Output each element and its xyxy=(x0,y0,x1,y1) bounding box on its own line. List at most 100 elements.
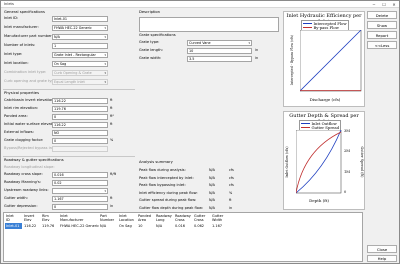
roadway-field-unit: ft/ft xyxy=(110,172,117,176)
column-header[interactable]: Roadway Long xyxy=(156,214,172,222)
column-header[interactable]: Inlet Location xyxy=(119,214,134,222)
analysis-row: Peak flow intercepted by inlet: N/A cfs xyxy=(139,176,279,182)
grate-field-value: 3.5 xyxy=(189,57,195,61)
physical-field-field[interactable]: 116.22 xyxy=(52,122,108,128)
table-cell[interactable]: 116.22 xyxy=(24,224,36,228)
grate-field-field[interactable]: Curved Vane ▾ xyxy=(187,40,252,46)
table-cell[interactable]: 10 xyxy=(138,224,142,228)
close-window-button[interactable]: ✕ xyxy=(389,1,399,8)
roadway-field-field[interactable]: 0.016 xyxy=(52,172,108,178)
roadway-field-field[interactable]: 1.167 xyxy=(52,196,108,202)
close-button[interactable]: Close xyxy=(367,245,397,253)
general-field-field[interactable]: Equal Length Inlet ▾ xyxy=(52,79,108,85)
roadway-field-label: Roadway cross slope: xyxy=(4,172,43,176)
roadway-field-field[interactable]: 0.02 xyxy=(52,180,108,186)
chevron-down-icon[interactable]: ▾ xyxy=(104,35,106,39)
chevron-down-icon[interactable]: ▾ xyxy=(104,53,106,57)
physical-field-label: Ponded area: xyxy=(4,114,28,118)
general-field-row: Number of inlets: 1 xyxy=(4,43,134,49)
roadway-field-row: Roadway Manning's: 0.02 xyxy=(4,180,134,186)
roadway-long-slope-label: Roadway longitudinal slope: xyxy=(4,165,55,169)
column-header[interactable]: Inlet Manufacturer xyxy=(60,214,83,222)
grate-field-label: Grate length: xyxy=(139,48,163,52)
general-field-value: FHWA HEC-22 Generic xyxy=(54,26,92,30)
chevron-down-icon[interactable]: ▾ xyxy=(104,26,106,30)
table-cell[interactable]: 0.062 xyxy=(194,224,204,228)
grate-field-value: Curved Vane xyxy=(189,41,211,45)
show-button[interactable]: Show xyxy=(367,21,397,29)
table-cell[interactable]: Inlet-01 xyxy=(6,224,19,228)
roadway-field-label: Roadway Manning's: xyxy=(4,180,41,184)
general-field-field[interactable]: FHWA HEC-22 Generic ▾ xyxy=(52,25,108,31)
column-header[interactable]: Gutter Width xyxy=(212,214,223,222)
column-header[interactable]: Part Number xyxy=(100,214,114,222)
general-field-value: Inlet-01 xyxy=(54,17,68,21)
physical-field-row: Ponded area: 0 ft² xyxy=(4,114,134,120)
general-field-field[interactable]: N/A ▾ xyxy=(52,34,108,40)
general-field-field[interactable]: Grate Inlet - Rectangular ▾ xyxy=(52,52,108,58)
physical-field-label: Inlet rim elevation: xyxy=(4,106,39,110)
grate-field-field[interactable]: 10 xyxy=(187,48,252,54)
table-cell[interactable]: FHWA HEC-22 Generic xyxy=(60,224,99,228)
column-header[interactable]: Gutter Cross xyxy=(194,214,205,222)
general-field-row: Combination inlet type: Curb Opening & Gr… xyxy=(4,70,134,76)
help-button[interactable]: Help xyxy=(367,255,397,262)
general-field-field[interactable]: 1 xyxy=(52,43,108,49)
column-header[interactable]: Invert Elev xyxy=(24,214,34,222)
less-button[interactable]: <<Less xyxy=(367,41,397,49)
physical-field-field[interactable] xyxy=(52,146,108,152)
general-field-value: Equal Length Inlet xyxy=(54,80,85,84)
divider xyxy=(3,89,135,90)
column-header[interactable]: Rim Elev xyxy=(42,214,49,222)
physical-field-field[interactable]: 119.76 xyxy=(52,106,108,112)
physical-field-field[interactable]: 0 xyxy=(52,138,108,144)
roadway-field-value: 0.016 xyxy=(54,173,64,177)
physical-field-field[interactable]: 116.22 xyxy=(52,98,108,104)
maximize-button[interactable]: ☐ xyxy=(379,1,389,8)
report-button[interactable]: Report xyxy=(367,31,397,39)
analysis-label: Inlet efficiency during peak flow: xyxy=(139,190,198,195)
physical-field-field[interactable]: 0 xyxy=(52,114,108,120)
general-field-field[interactable]: Curb Opening & Grate ▾ xyxy=(52,70,108,76)
general-field-field[interactable]: Inlet-01 xyxy=(52,16,108,22)
inlets-window: Inlets ─ ☐ ✕ General specifications Inle… xyxy=(0,0,400,264)
table-cell[interactable]: N/A xyxy=(156,224,162,228)
roadway-field-field[interactable]: 0 xyxy=(52,204,108,210)
physical-field-row: External inflows: NO xyxy=(4,130,134,136)
minimize-button[interactable]: ─ xyxy=(369,1,379,8)
table-cell[interactable]: 0.016 xyxy=(175,224,185,228)
table-cell[interactable]: 1.167 xyxy=(212,224,222,228)
chart2-ytick-right: 0 xyxy=(344,190,347,194)
column-header[interactable]: Inlet ID xyxy=(6,214,14,222)
analysis-value: N/A xyxy=(209,198,215,202)
chevron-down-icon[interactable]: ▾ xyxy=(104,71,106,75)
physical-field-field[interactable]: NO xyxy=(52,130,108,136)
divider xyxy=(3,156,135,157)
column-header[interactable]: Ponded Area xyxy=(138,214,151,222)
chevron-down-icon[interactable]: ▾ xyxy=(248,41,250,45)
roadway-field-row: Gutter depression: 0 in xyxy=(4,204,134,210)
grate-field-label: Grate type: xyxy=(139,40,160,44)
chart2-ytick-right: 2M xyxy=(344,149,350,153)
chart2-plot xyxy=(296,130,342,194)
general-field-label: Manufacturer part number: xyxy=(4,34,53,38)
table-cell[interactable]: 119.76 xyxy=(42,224,54,228)
general-field-label: Combination inlet type: xyxy=(4,70,47,74)
analysis-unit: ft xyxy=(229,198,232,202)
roadway-field-field[interactable]: ▾ xyxy=(52,188,108,194)
chevron-down-icon[interactable]: ▾ xyxy=(104,189,106,193)
table-cell[interactable]: On Sag xyxy=(119,224,132,228)
roadway-field-row: Roadway cross slope: 0.016 ft/ft xyxy=(4,172,134,178)
description-input[interactable] xyxy=(139,17,279,32)
roadway-field-row: Upstream roadway links: ▾ xyxy=(4,188,134,194)
grate-field-field[interactable]: 3.5 xyxy=(187,56,252,62)
legend-line-icon xyxy=(303,27,312,29)
general-field-value: Grate Inlet - Rectangular xyxy=(54,53,96,57)
table-cell[interactable]: N/A xyxy=(100,224,106,228)
chart2-frame xyxy=(296,130,342,194)
column-header[interactable]: Roadway Cross xyxy=(175,214,191,222)
delete-button[interactable]: Delete xyxy=(367,11,397,19)
chevron-down-icon[interactable]: ▾ xyxy=(104,62,106,66)
chevron-down-icon[interactable]: ▾ xyxy=(104,80,106,84)
general-field-field[interactable]: On Sag ▾ xyxy=(52,61,108,67)
